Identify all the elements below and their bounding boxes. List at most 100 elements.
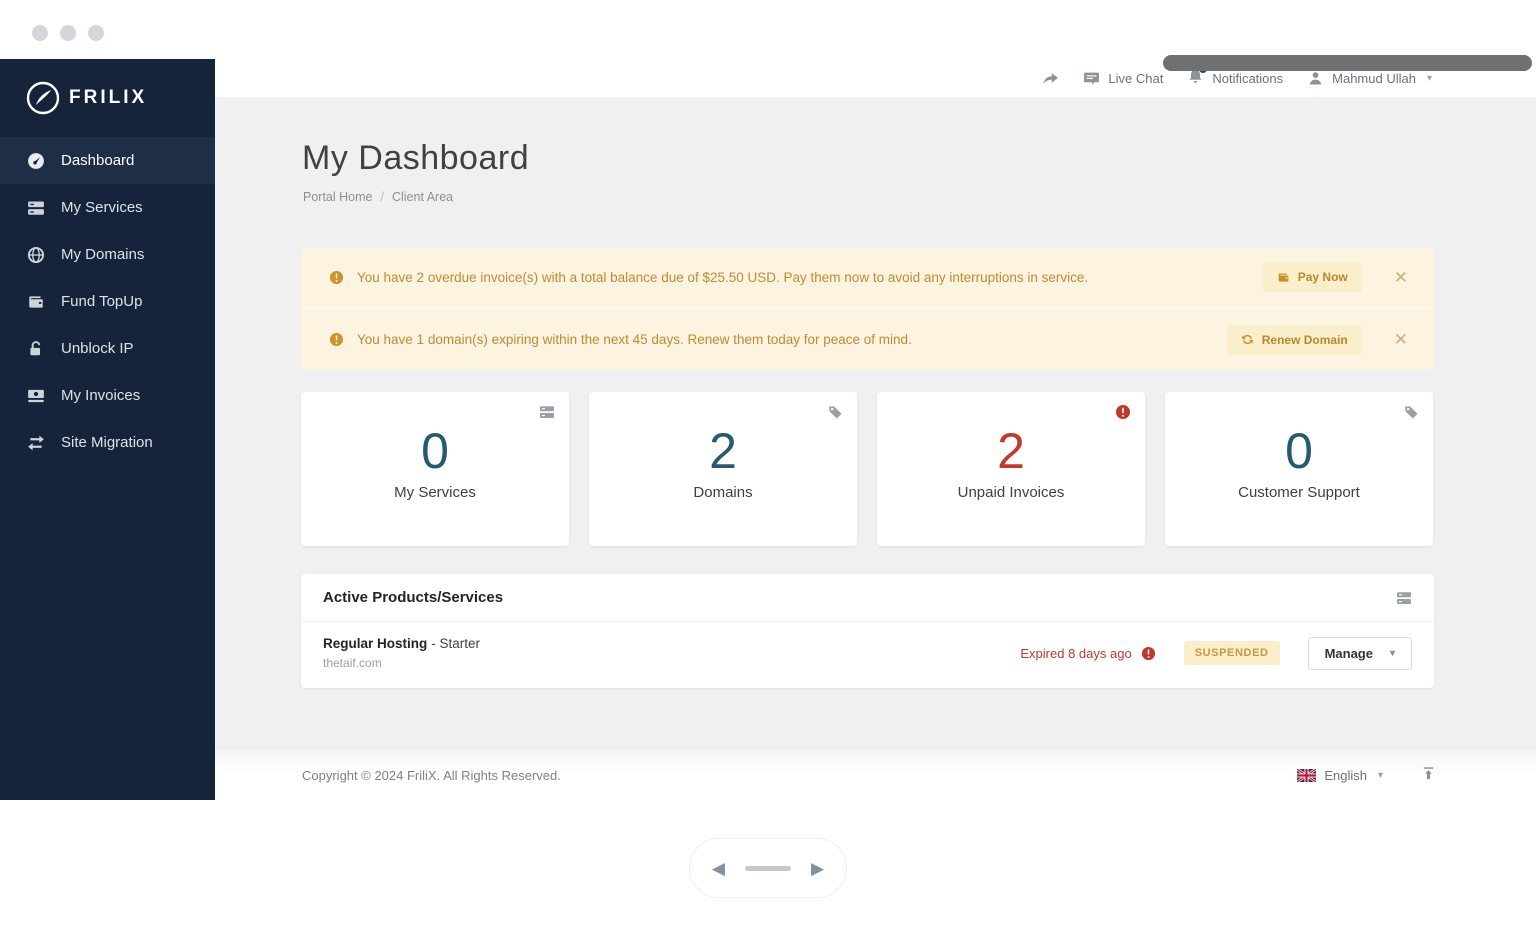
chevron-down-icon: ▾	[1389, 647, 1395, 659]
screenshot-carousel-control: ◀ ▶	[689, 838, 847, 898]
browser-overlay-bar	[1163, 55, 1532, 71]
panel-title: Active Products/Services	[323, 589, 504, 606]
tag-icon	[829, 406, 842, 419]
sidebar-item-label: Unblock IP	[61, 340, 134, 357]
product-name: Regular Hosting	[323, 636, 428, 651]
stat-label: Customer Support	[1238, 484, 1360, 501]
stat-label: Unpaid Invoices	[957, 484, 1065, 501]
arrow-to-top-icon	[1423, 767, 1434, 780]
share-button[interactable]	[1042, 70, 1059, 87]
footer: Copyright © 2024 FriliX. All Rights Rese…	[215, 750, 1536, 800]
renew-domain-button[interactable]: Renew Domain	[1226, 324, 1362, 355]
user-menu[interactable]: Mahmud Ullah ▾	[1307, 70, 1432, 87]
server-icon	[28, 200, 44, 215]
tag-icon	[1405, 406, 1418, 419]
stat-label: Domains	[693, 484, 753, 501]
breadcrumb-separator: /	[380, 190, 384, 204]
stat-card-my-services[interactable]: 0 My Services	[301, 392, 569, 546]
warning-circle-icon	[329, 270, 344, 284]
stat-card-domains[interactable]: 2 Domains	[589, 392, 857, 546]
sidebar-item-label: My Domains	[61, 246, 145, 263]
brand-name: FRILIX	[69, 87, 148, 108]
brand-logo[interactable]: FRILIX	[0, 59, 215, 137]
manage-label: Manage	[1324, 645, 1373, 661]
sidebar-item-label: Fund TopUp	[61, 293, 143, 310]
product-plan: - Starter	[431, 636, 481, 651]
live-chat-label: Live Chat	[1108, 70, 1164, 86]
dashboard-gauge-icon	[28, 152, 44, 169]
screenshot-canvas: FRILIX Dashboard My Services My Domains …	[0, 0, 1536, 947]
active-products-panel: Active Products/Services Regular Hosting…	[301, 574, 1434, 688]
footer-right: English ▾	[1297, 766, 1436, 784]
globe-icon	[27, 246, 45, 263]
notifications-button[interactable]: Notifications	[1187, 65, 1284, 88]
chevron-down-icon: ▾	[1426, 72, 1432, 84]
sidebar-item-my-invoices[interactable]: My Invoices	[0, 372, 215, 419]
sidebar-item-label: Site Migration	[61, 434, 153, 451]
stat-card-unpaid-invoices[interactable]: 2 Unpaid Invoices	[877, 392, 1145, 546]
manage-button[interactable]: Manage ▾	[1307, 636, 1412, 670]
renew-domain-label: Renew Domain	[1261, 332, 1348, 347]
notifications-label: Notifications	[1212, 70, 1284, 86]
expiry-text: Expired 8 days ago	[1020, 645, 1132, 661]
sidebar-item-my-services[interactable]: My Services	[0, 184, 215, 231]
sidebar-item-site-migration[interactable]: Site Migration	[0, 419, 215, 466]
close-icon[interactable]: ✕	[1388, 267, 1414, 288]
sidebar-item-label: Dashboard	[61, 152, 135, 169]
window-controls	[32, 25, 104, 41]
pay-now-button[interactable]: Pay Now	[1262, 262, 1362, 292]
window-dot-2[interactable]	[60, 25, 76, 41]
uk-flag-icon	[1297, 768, 1317, 782]
pay-now-label: Pay Now	[1297, 270, 1348, 284]
money-icon	[28, 389, 44, 402]
wallet-icon	[1278, 272, 1289, 282]
breadcrumb-current: Client Area	[391, 190, 454, 204]
sidebar-item-label: My Invoices	[61, 387, 141, 404]
main-content: My Dashboard Portal Home / Client Area Y…	[215, 97, 1536, 750]
user-name: Mahmud Ullah	[1332, 70, 1416, 86]
overdue-invoices-alert: You have 2 overdue invoice(s) with a tot…	[301, 248, 1434, 309]
live-chat-button[interactable]: Live Chat	[1083, 70, 1163, 87]
product-info: Regular Hosting - Starter thetaif.com	[323, 636, 480, 670]
chat-icon	[1084, 72, 1100, 85]
breadcrumb: Portal Home / Client Area	[303, 190, 453, 204]
language-selector[interactable]: English ▾	[1297, 768, 1383, 783]
sync-icon	[1241, 334, 1253, 345]
user-icon	[1309, 71, 1322, 84]
sidebar-item-unblock-ip[interactable]: Unblock IP	[0, 325, 215, 372]
stats-row: 0 My Services 2 Domains 2 Unpaid Invoice…	[301, 392, 1433, 546]
alert-circle-icon	[1116, 405, 1130, 419]
frilix-leaf-icon	[26, 81, 60, 115]
window-dot-1[interactable]	[32, 25, 48, 41]
stat-label: My Services	[394, 484, 476, 501]
breadcrumb-home[interactable]: Portal Home	[303, 190, 372, 204]
stat-value: 2	[997, 423, 1025, 479]
sidebar-item-fund-topup[interactable]: Fund TopUp	[0, 278, 215, 325]
chevron-down-icon: ▾	[1377, 769, 1383, 781]
next-arrow-icon[interactable]: ▶	[807, 856, 828, 881]
scroll-to-top-button[interactable]	[1421, 766, 1436, 784]
product-domain: thetaif.com	[323, 656, 382, 670]
window-dot-3[interactable]	[88, 25, 104, 41]
panel-header: Active Products/Services	[301, 574, 1434, 622]
previous-arrow-icon[interactable]: ◀	[708, 856, 729, 881]
sidebar-nav: Dashboard My Services My Domains Fund To…	[0, 137, 215, 466]
share-arrow-icon	[1043, 72, 1059, 84]
stat-value: 2	[709, 423, 737, 479]
sidebar-item-label: My Services	[61, 199, 143, 216]
exchange-arrows-icon	[28, 435, 44, 450]
close-icon[interactable]: ✕	[1388, 329, 1414, 350]
domain-alert-text: You have 1 domain(s) expiring within the…	[357, 332, 912, 347]
sidebar-item-dashboard[interactable]: Dashboard	[0, 137, 215, 184]
warning-circle-icon	[329, 332, 344, 347]
alerts-panel: You have 2 overdue invoice(s) with a tot…	[301, 248, 1434, 370]
bell-wrap	[1187, 65, 1208, 88]
sidebar-item-my-domains[interactable]: My Domains	[0, 231, 215, 278]
alert-circle-icon	[1141, 646, 1155, 660]
sidebar: FRILIX Dashboard My Services My Domains …	[0, 59, 215, 800]
status-badge: SUSPENDED	[1183, 641, 1280, 665]
overdue-alert-text: You have 2 overdue invoice(s) with a tot…	[357, 269, 1089, 285]
stat-card-customer-support[interactable]: 0 Customer Support	[1165, 392, 1433, 546]
stat-value: 0	[421, 423, 449, 479]
copyright-text: Copyright © 2024 FriliX. All Rights Rese…	[302, 767, 561, 783]
